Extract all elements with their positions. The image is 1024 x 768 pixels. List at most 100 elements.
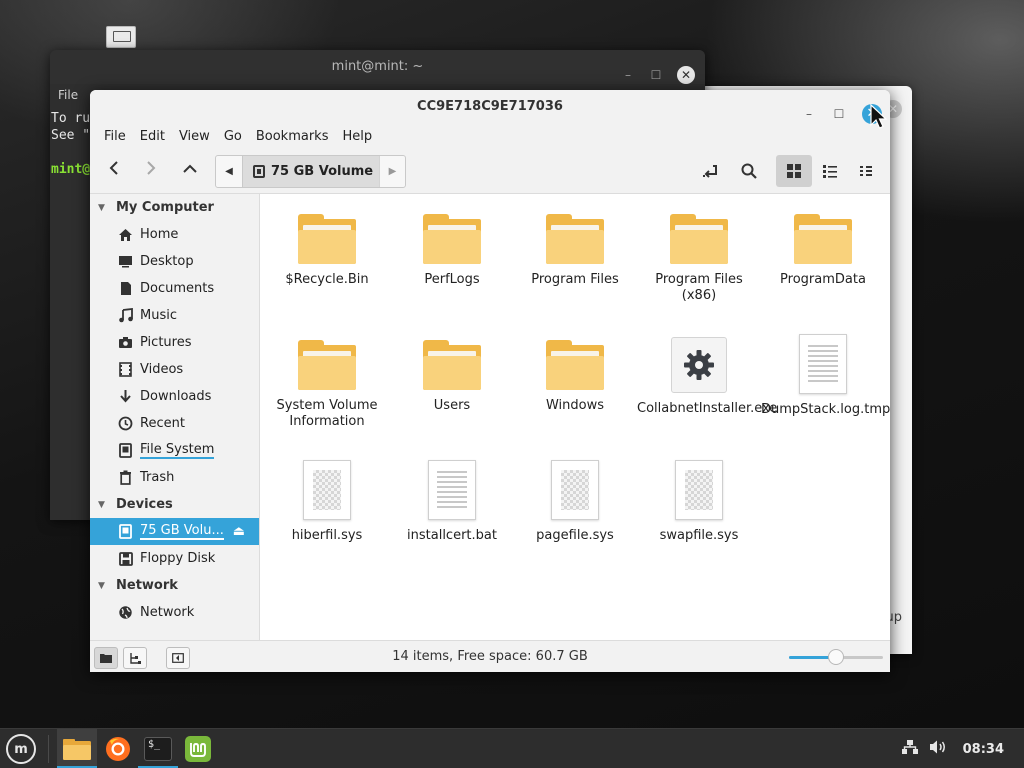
- file-item-hiberfil-sys[interactable]: hiberfil.sys: [265, 460, 389, 544]
- binary-file-icon: [551, 460, 599, 520]
- menu-file[interactable]: File: [97, 129, 133, 144]
- terminal-title: mint@mint: ~: [331, 59, 424, 74]
- sidebar-item-desktop[interactable]: Desktop: [90, 248, 259, 275]
- sidebar-item-downloads[interactable]: Downloads: [90, 383, 259, 410]
- sidebar-section-devices[interactable]: ▼ Devices: [90, 491, 259, 518]
- taskbar-app-files[interactable]: [57, 729, 97, 768]
- maximize-icon[interactable]: ☐: [832, 97, 846, 131]
- file-item-label: System Volume Information: [276, 398, 378, 429]
- search-button[interactable]: [733, 155, 765, 187]
- folder-icon: [670, 214, 728, 264]
- minimize-icon[interactable]: –: [802, 97, 816, 131]
- list-view-icon: [823, 165, 837, 178]
- icon-view-button[interactable]: [776, 155, 812, 187]
- file-item-pagefile-sys[interactable]: pagefile.sys: [513, 460, 637, 544]
- terminal-close-icon[interactable]: ✕: [677, 66, 695, 84]
- taskbar-app-software-manager[interactable]: [178, 729, 218, 768]
- terminal-titlebar[interactable]: mint@mint: ~ – ☐ ✕: [50, 50, 705, 84]
- terminal-menu-file[interactable]: File: [58, 88, 78, 102]
- file-item-label: Program Files (x86): [655, 272, 743, 303]
- terminal-prompt: mint@: [51, 162, 91, 177]
- file-item-swapfile-sys[interactable]: swapfile.sys: [637, 460, 761, 544]
- file-manager-window[interactable]: CC9E718C9E717036 – ☐ ✕ File Edit View Go…: [90, 90, 890, 672]
- system-tray: 08:34: [901, 729, 1024, 768]
- terminal-maximize-icon[interactable]: ☐: [649, 58, 663, 92]
- menu-edit[interactable]: Edit: [133, 129, 172, 144]
- menu-go[interactable]: Go: [217, 129, 249, 144]
- taskbar-app-firefox[interactable]: [98, 729, 138, 768]
- file-item-program-files-x86[interactable]: Program Files (x86): [637, 214, 761, 304]
- sidebar-item-recent[interactable]: Recent: [90, 410, 259, 437]
- eject-icon[interactable]: ⏏: [233, 524, 245, 539]
- forward-button[interactable]: [135, 155, 167, 187]
- sidebar-item-home[interactable]: Home: [90, 221, 259, 248]
- pathbar-crumb-current[interactable]: 75 GB Volume: [242, 156, 379, 187]
- sidebar-item-network[interactable]: Network: [90, 599, 259, 626]
- terminal-output[interactable]: To ru See " mint@: [51, 110, 90, 178]
- up-button[interactable]: [174, 155, 206, 187]
- network-status-icon[interactable]: [901, 739, 919, 759]
- file-item-dumpstack-log-tmp[interactable]: DumpStack.log.tmp: [761, 334, 890, 418]
- sidebar-section-title: Network: [116, 578, 178, 593]
- sidebar-item-videos[interactable]: Videos: [90, 356, 259, 383]
- file-item-system-volume-information[interactable]: System Volume Information: [265, 340, 389, 430]
- sidebar-item-file-system[interactable]: File System: [90, 437, 259, 464]
- toggle-location-button[interactable]: [694, 155, 726, 187]
- file-item-collabnetinstaller-exe[interactable]: CollabnetInstaller.exe: [637, 337, 777, 417]
- sidebar-item-music[interactable]: Music: [90, 302, 259, 329]
- binary-file-icon: [303, 460, 351, 520]
- volume-icon[interactable]: [929, 739, 947, 759]
- taskbar-app-terminal[interactable]: $_: [138, 729, 178, 768]
- file-item-program-files[interactable]: Program Files: [513, 214, 637, 288]
- terminal-minimize-icon[interactable]: –: [621, 58, 635, 92]
- mouse-cursor-icon: [870, 104, 888, 129]
- pathbar-right-arrow-icon[interactable]: ▶: [379, 156, 405, 187]
- collapse-triangle-icon: ▼: [98, 202, 105, 213]
- floppy-icon: [118, 551, 133, 566]
- mint-menu-button[interactable]: m: [6, 734, 36, 764]
- menu-bookmarks[interactable]: Bookmarks: [249, 129, 336, 144]
- file-manager-titlebar[interactable]: CC9E718C9E717036 – ☐ ✕: [90, 90, 890, 124]
- sidebar-item-documents[interactable]: Documents: [90, 275, 259, 302]
- sidebar-item-floppy-disk[interactable]: Floppy Disk: [90, 545, 259, 572]
- zoom-slider[interactable]: [789, 649, 883, 665]
- file-item-recycle-bin[interactable]: $Recycle.Bin: [265, 214, 389, 288]
- menu-view[interactable]: View: [172, 129, 217, 144]
- search-icon: [741, 163, 757, 179]
- sidebar-item-label: Music: [140, 308, 177, 323]
- clock[interactable]: 08:34: [963, 742, 1004, 757]
- home-icon: [118, 227, 133, 242]
- file-item-perflogs[interactable]: PerfLogs: [390, 214, 514, 288]
- sidebar-section-network[interactable]: ▼ Network: [90, 572, 259, 599]
- file-item-label: installcert.bat: [407, 528, 497, 543]
- menu-help[interactable]: Help: [335, 129, 379, 144]
- file-item-label: PerfLogs: [424, 272, 480, 287]
- zoom-handle[interactable]: [828, 649, 844, 665]
- sidebar-section-my-computer[interactable]: ▼ My Computer: [90, 194, 259, 221]
- folder-icon: [298, 340, 356, 390]
- back-button[interactable]: [98, 155, 130, 187]
- taskbar-separator: [48, 735, 49, 763]
- file-item-users[interactable]: Users: [390, 340, 514, 414]
- pathbar-left-arrow-icon[interactable]: ◀: [216, 156, 242, 187]
- drive-icon: [253, 165, 265, 178]
- music-icon: [118, 308, 133, 323]
- terminal-line-1: To ru: [51, 111, 91, 126]
- sidebar-item-75gb-volume[interactable]: 75 GB Volu... ⏏: [90, 518, 259, 545]
- folder-icon: [794, 214, 852, 264]
- sidebar: ▼ My Computer Home Desktop Documents Mus…: [90, 194, 260, 640]
- pictures-icon: [118, 335, 133, 350]
- sidebar-item-pictures[interactable]: Pictures: [90, 329, 259, 356]
- desktop-drive-icon[interactable]: [106, 26, 136, 48]
- file-item-programdata[interactable]: ProgramData: [761, 214, 885, 288]
- compact-view-button[interactable]: [848, 155, 884, 187]
- desktop-icon: [118, 254, 133, 269]
- firefox-icon: [106, 737, 130, 761]
- list-view-button[interactable]: [812, 155, 848, 187]
- grid-view-icon: [787, 164, 801, 178]
- file-item-installcert-bat[interactable]: installcert.bat: [390, 460, 514, 544]
- forward-arrow-icon: [147, 161, 156, 175]
- file-item-windows[interactable]: Windows: [513, 340, 637, 414]
- file-grid[interactable]: $Recycle.Bin PerfLogs Program Files Prog…: [261, 194, 890, 640]
- sidebar-item-trash[interactable]: Trash: [90, 464, 259, 491]
